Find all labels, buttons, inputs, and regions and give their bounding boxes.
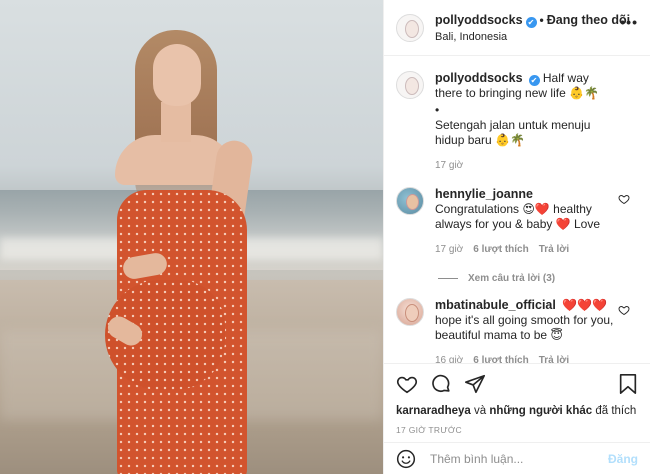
smiley-icon[interactable] [396, 449, 416, 469]
reply-button[interactable]: Trả lời [539, 353, 569, 363]
caption-bullet: • [435, 103, 440, 117]
caption-body: pollyoddsocks ✔ Half way there to bringin… [435, 71, 615, 173]
post-header: pollyoddsocks ✔ • Đang theo dõi Bali, Indon… [384, 0, 650, 56]
caption-meta: 17 giờ [435, 158, 615, 173]
caption-avatar[interactable] [396, 71, 424, 99]
post-timestamp[interactable]: 17 GIỜ TRƯỚC [396, 425, 638, 435]
header-separator: • [539, 12, 544, 27]
add-comment-bar: Đăng [384, 442, 650, 474]
comment-meta: 17 giờ 6 lượt thích Trả lời [435, 242, 615, 257]
instagram-post: pollyoddsocks ✔ • Đang theo dõi Bali, Indon… [0, 0, 650, 474]
caption-username[interactable]: pollyoddsocks [435, 71, 523, 85]
author-username[interactable]: pollyoddsocks [435, 13, 523, 27]
comment-likes[interactable]: 6 lượt thích [473, 242, 528, 257]
comment-time[interactable]: 16 giờ [435, 353, 463, 363]
replies-divider-line [438, 278, 458, 279]
liked-by-user[interactable]: karnaradheya [396, 405, 471, 417]
commenter-avatar[interactable] [396, 298, 424, 326]
comment-likes[interactable]: 6 lượt thích [473, 353, 528, 363]
header-text: pollyoddsocks ✔ • Đang theo dõi Bali, Indon… [435, 13, 630, 43]
comment-username[interactable]: hennylie_joanne [435, 187, 533, 201]
photo-pregnant-woman [95, 30, 285, 474]
comment-icon[interactable] [430, 373, 452, 395]
liked-by-others[interactable]: những người khác [489, 405, 592, 417]
post-comment-button[interactable]: Đăng [608, 452, 638, 466]
verified-badge-icon: ✔ [528, 75, 540, 86]
post-photo[interactable] [0, 0, 383, 474]
photo-face [153, 44, 201, 106]
comment-meta: 16 giờ 6 lượt thích Trả lời [435, 353, 615, 363]
caption-text-id: Setengah jalan untuk menuju hidup baru 👶… [435, 118, 591, 147]
following-button[interactable]: Đang theo dõi [547, 13, 630, 27]
likes-summary: karnaradheya và những người khác đã thíc… [396, 405, 638, 417]
author-avatar[interactable] [396, 13, 424, 42]
post-actions: karnaradheya và những người khác đã thíc… [384, 363, 650, 474]
photo-neck [161, 102, 191, 142]
view-replies-label: Xem câu trả lời (3) [468, 273, 556, 284]
liked-by-suffix: đã thích [595, 405, 637, 417]
comment-body: mbatinabule_official ❤️❤️❤️ hope it's al… [435, 298, 615, 363]
verified-badge-icon: ✔ [525, 16, 537, 28]
more-options-icon[interactable]: ••• [620, 14, 638, 30]
comment-username[interactable]: mbatinabule_official [435, 298, 556, 312]
comment-like-heart-icon[interactable] [618, 304, 630, 316]
bookmark-icon[interactable] [618, 373, 638, 395]
view-replies-link[interactable]: Xem câu trả lời (3) [438, 273, 638, 284]
caption: pollyoddsocks ✔ Half way there to bringin… [396, 71, 638, 173]
comments-list[interactable]: pollyoddsocks ✔ Half way there to bringin… [384, 57, 650, 363]
post-sidebar: pollyoddsocks ✔ • Đang theo dõi Bali, Indon… [383, 0, 650, 474]
comment-input[interactable] [430, 451, 608, 466]
comment-item: mbatinabule_official ❤️❤️❤️ hope it's al… [396, 298, 638, 363]
caption-time[interactable]: 17 giờ [435, 158, 463, 173]
comment-item: hennylie_joanne Congratulations 😍❤️ heal… [396, 187, 638, 257]
location-link[interactable]: Bali, Indonesia [435, 31, 630, 43]
commenter-avatar[interactable] [396, 187, 424, 215]
heart-icon[interactable] [396, 373, 418, 395]
comment-time[interactable]: 17 giờ [435, 242, 463, 257]
comment-like-heart-icon[interactable] [618, 193, 630, 205]
reply-button[interactable]: Trả lời [539, 242, 569, 257]
comment-text: Congratulations 😍❤️ healthy always for y… [435, 202, 601, 231]
share-paper-plane-icon[interactable] [464, 373, 486, 395]
liked-by-connector: và [474, 405, 487, 417]
action-icons-row [396, 372, 638, 396]
comment-body: hennylie_joanne Congratulations 😍❤️ heal… [435, 187, 615, 257]
